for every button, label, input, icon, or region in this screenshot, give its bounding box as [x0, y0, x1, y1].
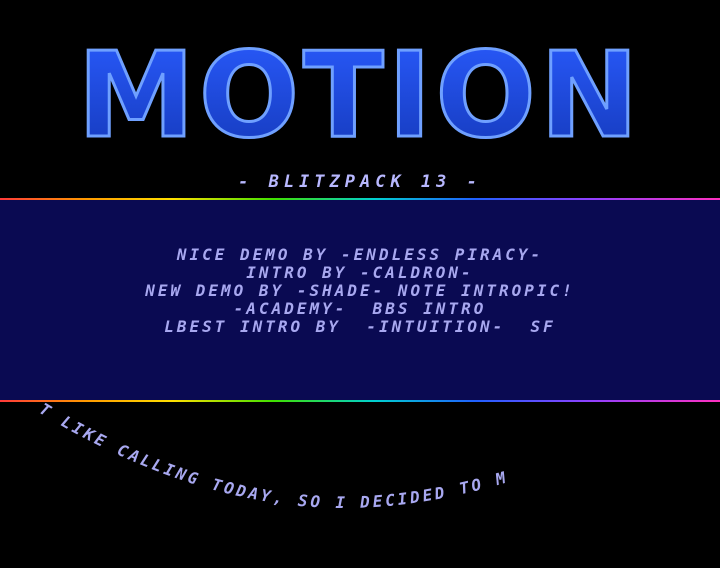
info-line: NEW DEMO BY -SHADE- NOTE INTROPIC! [145, 281, 575, 300]
info-line: NICE DEMO BY -ENDLESS PIRACY- [176, 245, 544, 264]
motion-logo: MOTION [76, 28, 642, 158]
logo-text: MOTION [77, 28, 642, 158]
info-line: LBEST INTRO BY -INTUITION- SF [164, 317, 556, 336]
subtitle: - BLITZPACK 13 - [238, 172, 482, 192]
info-line: INTRO BY -CALDRON- [246, 263, 474, 282]
info-line: -ACADEMY- BBS INTRO [233, 299, 487, 318]
info-text: NICE DEMO BY -ENDLESS PIRACY- INTRO BY -… [0, 246, 720, 336]
sine-scroller: T LIKE CALLING TODAY, SO I DECIDED TO M [36, 400, 511, 512]
sine-scroller-text: T LIKE CALLING TODAY, SO I DECIDED TO M [36, 400, 511, 512]
